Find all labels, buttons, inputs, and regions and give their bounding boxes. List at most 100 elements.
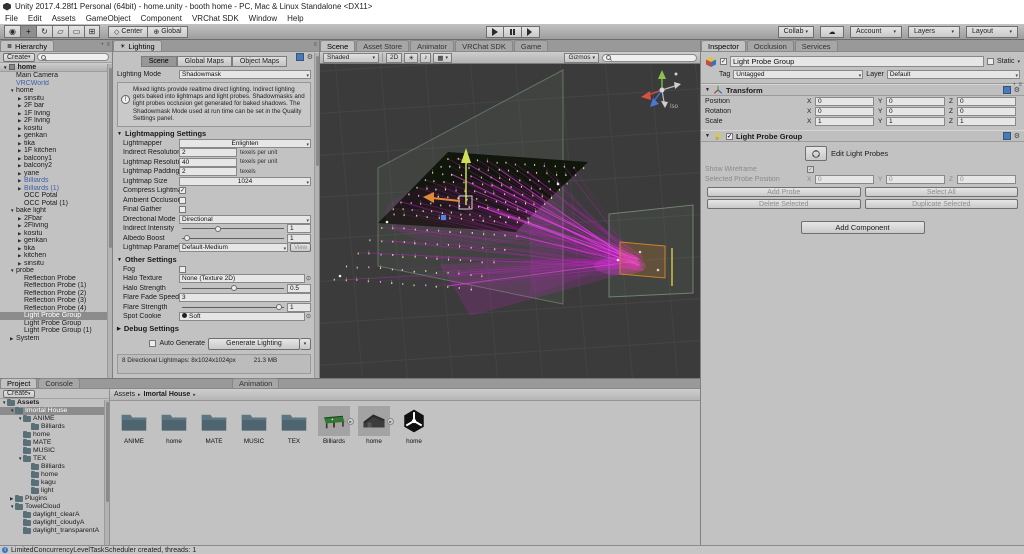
panel-menu-icon[interactable]: ≡ bbox=[313, 42, 317, 48]
show-wireframe-checkbox[interactable] bbox=[807, 166, 814, 173]
project-tree-item[interactable]: ▼ Assets bbox=[0, 399, 109, 407]
hierarchy-scrollbar[interactable] bbox=[107, 64, 112, 378]
project-item[interactable]: ▸ MUSIC bbox=[235, 406, 273, 445]
project-item[interactable]: ▸ ANIME bbox=[115, 406, 153, 445]
lock-icon[interactable]: • bbox=[1013, 82, 1015, 88]
tool-button[interactable]: + bbox=[20, 25, 36, 38]
menu-item[interactable]: Window bbox=[244, 13, 282, 24]
project-tree-item[interactable]: home bbox=[0, 471, 109, 479]
lighting-mode-dropdown[interactable]: Shadowmask bbox=[179, 70, 311, 79]
project-tree-item[interactable]: ▼ ANIME bbox=[0, 415, 109, 423]
hierarchy-item[interactable]: ▼ bake light bbox=[0, 207, 112, 215]
probe-action-button[interactable]: Delete Selected bbox=[707, 199, 861, 209]
static-dropdown-icon[interactable]: ▾ bbox=[1017, 59, 1020, 65]
lighting-subtab[interactable]: Global Maps bbox=[177, 56, 232, 67]
object-picker-icon[interactable]: ⊙ bbox=[306, 313, 311, 320]
expand-arrow[interactable]: ▼ bbox=[3, 65, 7, 70]
help-book-icon[interactable] bbox=[1003, 86, 1011, 94]
z-field[interactable]: 0 bbox=[957, 97, 1016, 106]
y-field[interactable]: 0 bbox=[886, 107, 945, 116]
tab-animation[interactable]: Animation bbox=[232, 378, 279, 388]
tab-hierarchy[interactable]: ≣Hierarchy bbox=[0, 40, 54, 51]
hierarchy-item[interactable]: ▶ 1F kitchen bbox=[0, 147, 112, 155]
probe-x-field[interactable]: 0 bbox=[815, 175, 874, 184]
project-tree-item[interactable]: kagu bbox=[0, 479, 109, 487]
hierarchy-item[interactable]: ▶ Billiards (1) bbox=[0, 185, 112, 193]
hierarchy-item[interactable]: Light Probe Group (1) bbox=[0, 327, 112, 335]
hierarchy-item[interactable]: Main Camera bbox=[0, 72, 112, 80]
albedo-boost-value[interactable]: 1 bbox=[287, 234, 311, 243]
other-settings-header[interactable]: ▼Other Settings bbox=[117, 255, 311, 265]
probe-y-field[interactable]: 0 bbox=[886, 175, 945, 184]
cloud-button[interactable]: ☁ bbox=[820, 26, 844, 38]
hierarchy-item[interactable]: Light Probe Group bbox=[0, 320, 112, 328]
tool-button[interactable]: ↻ bbox=[36, 25, 52, 38]
project-tree-item[interactable]: ▼ TowelCloud bbox=[0, 503, 109, 511]
hierarchy-item[interactable]: ▶ tika bbox=[0, 140, 112, 148]
menu-item[interactable]: Edit bbox=[23, 13, 47, 24]
scene-search-input[interactable] bbox=[602, 54, 697, 62]
final-gather-checkbox[interactable] bbox=[179, 206, 186, 213]
indirect-intensity-slider[interactable] bbox=[182, 224, 284, 233]
hierarchy-item[interactable]: OCC Potal (1) bbox=[0, 200, 112, 208]
foldout-arrow[interactable]: ▼ bbox=[705, 133, 710, 139]
tag-dropdown[interactable]: Untagged bbox=[733, 70, 863, 79]
draw-mode-dropdown[interactable]: Shaded▾ bbox=[323, 53, 379, 63]
indirect-resolution-field[interactable]: 2 bbox=[179, 148, 237, 157]
hierarchy-item[interactable]: ▼ home bbox=[0, 87, 112, 95]
gear-icon[interactable]: ⚙ bbox=[1014, 132, 1020, 140]
transform-component-header[interactable]: ▼ Transform ⚙ bbox=[701, 84, 1024, 96]
inspector-tab[interactable]: Occlusion bbox=[747, 40, 794, 51]
flare-fade-speed-field[interactable]: 3 bbox=[179, 293, 311, 302]
hierarchy-item[interactable]: ▶ kitchen bbox=[0, 252, 112, 260]
menu-item[interactable]: VRChat SDK bbox=[187, 13, 244, 24]
hierarchy-item[interactable]: ▶ System bbox=[0, 335, 112, 343]
hierarchy-item[interactable]: ▶ kositu bbox=[0, 230, 112, 238]
gameobject-name-field[interactable]: Light Probe Group bbox=[730, 56, 984, 67]
project-tree-item[interactable]: daylight_cloudyA bbox=[0, 519, 109, 527]
help-book-icon[interactable] bbox=[296, 53, 304, 61]
project-tree-item[interactable]: MUSIC bbox=[0, 447, 109, 455]
menu-item[interactable]: Help bbox=[282, 13, 308, 24]
probe-action-button[interactable]: Add Probe bbox=[707, 187, 861, 197]
static-checkbox[interactable] bbox=[987, 58, 994, 65]
lighting-scrollbar[interactable] bbox=[314, 53, 319, 378]
play-button[interactable] bbox=[486, 26, 504, 38]
hierarchy-item[interactable]: ▶ balcony2 bbox=[0, 162, 112, 170]
add-component-button[interactable]: Add Component bbox=[801, 221, 925, 234]
hierarchy-item[interactable]: ▶ kositu bbox=[0, 125, 112, 133]
lock-icon[interactable]: • bbox=[101, 42, 103, 48]
generate-lighting-dropdown[interactable]: ▾ bbox=[300, 338, 311, 350]
view-button[interactable]: View bbox=[290, 243, 311, 252]
tool-button[interactable]: ⊞ bbox=[84, 25, 100, 38]
hierarchy-item[interactable]: ▶ sinsitu bbox=[0, 95, 112, 103]
spot-cookie-field[interactable]: Soft bbox=[179, 312, 305, 321]
scene-gizmo-label[interactable]: Iso bbox=[670, 104, 678, 110]
bottom-tab[interactable]: Project bbox=[0, 378, 37, 388]
inspector-tab[interactable]: Services bbox=[795, 40, 838, 51]
project-tree-item[interactable]: ▶ Plugins bbox=[0, 495, 109, 503]
active-checkbox[interactable] bbox=[720, 58, 727, 65]
hierarchy-item[interactable]: ▶ tika bbox=[0, 245, 112, 253]
hierarchy-item[interactable]: ▶ 2F bar bbox=[0, 102, 112, 110]
prefab-expand-icon[interactable]: ▸ bbox=[347, 418, 354, 425]
indirect-intensity-value[interactable]: 1 bbox=[287, 224, 311, 233]
project-item[interactable]: ▸ home bbox=[395, 406, 433, 445]
project-tree-item[interactable]: MATE bbox=[0, 439, 109, 447]
collab-button[interactable]: Collab▾ bbox=[778, 26, 814, 38]
lightmap-resolution-field[interactable]: 40 bbox=[179, 158, 237, 167]
menu-item[interactable]: Assets bbox=[47, 13, 81, 24]
hierarchy-item[interactable]: Reflection Probe bbox=[0, 275, 112, 283]
status-bar[interactable]: i LimitedConcurrencyLevelTaskScheduler c… bbox=[0, 545, 1024, 554]
scene-viewport[interactable]: Iso bbox=[320, 64, 700, 378]
edit-light-probes-button[interactable] bbox=[805, 146, 827, 161]
foldout-arrow[interactable]: ▼ bbox=[705, 87, 710, 93]
inspector-tab[interactable]: Inspector bbox=[701, 40, 746, 51]
tool-button[interactable]: ▭ bbox=[68, 25, 84, 38]
y-field[interactable]: 1 bbox=[886, 117, 945, 126]
hierarchy-item[interactable]: ▼ probe bbox=[0, 267, 112, 275]
lightmapping-settings-header[interactable]: ▼Lightmapping Settings bbox=[117, 129, 311, 139]
panel-menu-icon[interactable]: ≡ bbox=[1018, 82, 1022, 88]
2d-toggle[interactable]: 2D bbox=[386, 53, 402, 63]
panel-menu-icon[interactable]: ≡ bbox=[106, 42, 110, 48]
